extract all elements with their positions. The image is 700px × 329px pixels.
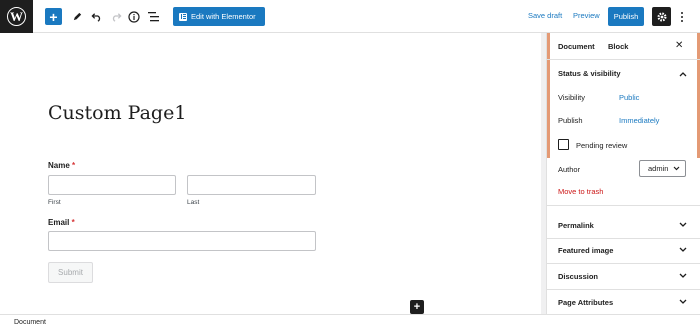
move-to-trash-button[interactable]: Move to trash (558, 187, 603, 196)
chevron-down-icon (679, 222, 687, 227)
panel-status-visibility[interactable]: Status & visibility (547, 60, 700, 87)
panel-title: Status & visibility (558, 69, 621, 78)
settings-button[interactable] (652, 7, 671, 26)
pencil-icon (73, 12, 81, 21)
editor-toolbar: W + Edit with Elementor Save draft Previ… (0, 0, 700, 33)
elementor-button-label: Edit with Elementor (191, 12, 256, 21)
save-draft-button[interactable]: Save draft (528, 11, 562, 20)
chevron-down-icon (679, 299, 687, 304)
details-button[interactable] (126, 8, 142, 25)
close-icon[interactable]: ✕ (675, 40, 683, 51)
last-sublabel: Last (187, 199, 200, 206)
edit-with-elementor-button[interactable]: Edit with Elementor (173, 7, 265, 26)
publish-label: Publish (558, 116, 583, 125)
last-name-input[interactable] (187, 175, 316, 195)
wordpress-icon: W (7, 7, 26, 26)
publish-button[interactable]: Publish (608, 7, 644, 26)
info-icon (128, 10, 140, 23)
publish-date-button[interactable]: Immediately (619, 116, 659, 125)
required-marker: * (71, 218, 75, 227)
pending-review-label: Pending review (576, 141, 628, 150)
block-breadcrumb-bar: Document (0, 314, 700, 329)
redo-icon (112, 13, 122, 22)
undo-icon (90, 13, 100, 22)
visibility-label: Visibility (558, 93, 585, 102)
panel-permalink[interactable]: Permalink (547, 212, 700, 239)
name-field-label: Name * (48, 161, 76, 170)
settings-sidebar: Document Block ✕ Status & visibility Vis… (546, 33, 700, 314)
submit-button[interactable]: Submit (48, 262, 93, 283)
chevron-up-icon (679, 71, 687, 76)
preview-button[interactable]: Preview (573, 11, 600, 20)
page-title[interactable]: Custom Page1 (48, 102, 186, 124)
panel-page-attributes[interactable]: Page Attributes (547, 289, 700, 314)
more-options-button[interactable] (678, 8, 686, 25)
chevron-down-icon (679, 273, 687, 278)
tab-block[interactable]: Block (608, 42, 628, 51)
breadcrumb-document[interactable]: Document (14, 319, 46, 326)
email-field-label: Email * (48, 218, 75, 227)
more-vertical-icon (681, 11, 683, 14)
undo-button[interactable] (88, 8, 104, 25)
elementor-icon (179, 12, 187, 21)
chevron-down-icon (679, 247, 687, 252)
list-view-icon (148, 12, 159, 22)
visibility-value-button[interactable]: Public (619, 93, 639, 102)
pending-review-checkbox[interactable] (558, 139, 569, 150)
tab-document[interactable]: Document (558, 42, 595, 51)
redo-button[interactable] (108, 8, 124, 25)
email-input[interactable] (48, 231, 316, 251)
wordpress-logo-button[interactable]: W (0, 0, 33, 33)
chevron-down-icon (673, 166, 680, 171)
tools-button[interactable] (69, 8, 85, 25)
editor-canvas[interactable]: Custom Page1 Name * First Last Email * S… (0, 33, 541, 314)
first-name-input[interactable] (48, 175, 176, 195)
author-select[interactable]: admin (639, 160, 686, 177)
divider (547, 205, 700, 206)
panel-featured-image[interactable]: Featured image (547, 237, 700, 264)
add-block-button[interactable]: + (45, 8, 62, 25)
first-sublabel: First (48, 199, 61, 206)
required-marker: * (72, 161, 76, 170)
gear-icon (656, 11, 667, 22)
sidebar-tabs: Document Block ✕ (547, 33, 700, 60)
list-view-button[interactable] (146, 8, 162, 25)
author-label: Author (558, 165, 581, 174)
author-select-value: admin (648, 164, 669, 173)
panel-discussion[interactable]: Discussion (547, 263, 700, 290)
block-inserter-plus-icon[interactable]: + (410, 300, 424, 314)
